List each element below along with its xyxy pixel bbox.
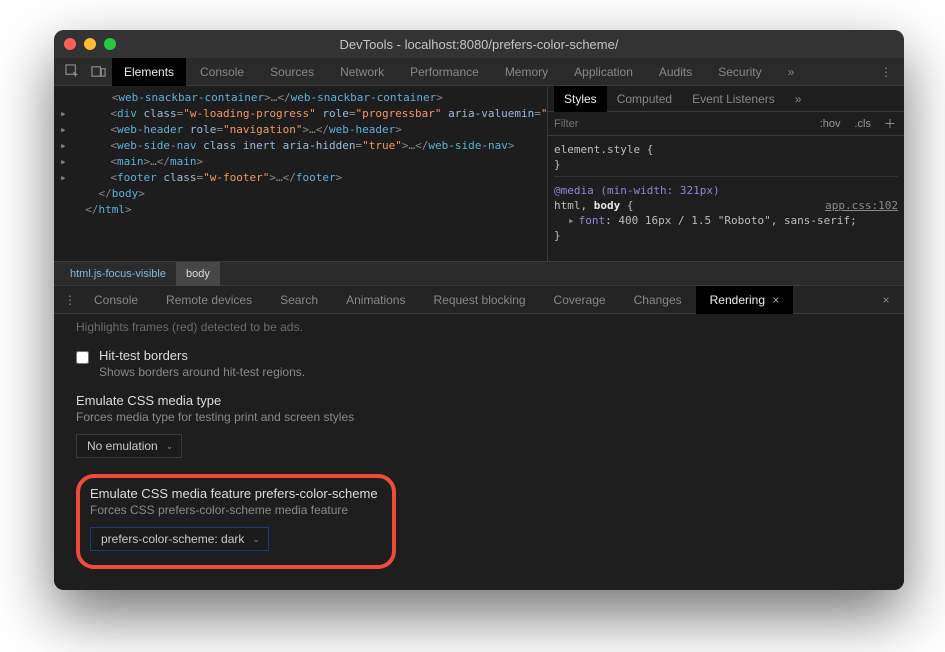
- tab-application[interactable]: Application: [562, 58, 645, 86]
- dom-tree[interactable]: <web-snackbar-container>…</web-snackbar-…: [54, 86, 547, 261]
- pcs-title: Emulate CSS media feature prefers-color-…: [90, 486, 382, 501]
- pcs-sub: Forces CSS prefers-color-scheme media fe…: [90, 503, 382, 517]
- media-type-section: Emulate CSS media type Forces media type…: [76, 393, 882, 458]
- drawer-tab-search[interactable]: Search: [266, 286, 332, 314]
- prefers-color-scheme-section: Emulate CSS media feature prefers-color-…: [76, 472, 882, 575]
- chevron-down-icon: ⌄: [252, 534, 260, 545]
- drawer-tab-changes[interactable]: Changes: [620, 286, 696, 314]
- styles-tabs: Styles Computed Event Listeners »: [548, 86, 904, 112]
- styles-tab-eventlisteners[interactable]: Event Listeners: [682, 86, 785, 112]
- tab-network[interactable]: Network: [328, 58, 396, 86]
- device-toolbar-icon[interactable]: [86, 61, 110, 83]
- drawer-close-icon[interactable]: ×: [874, 293, 898, 307]
- styles-filter-input[interactable]: [554, 118, 809, 130]
- styles-pane: Styles Computed Event Listeners » :hov .…: [547, 86, 904, 261]
- source-link[interactable]: app.css:102: [825, 198, 898, 213]
- rendering-drawer[interactable]: Highlights frames (red) detected to be a…: [54, 314, 904, 590]
- drawer-menu-icon[interactable]: ⋮: [60, 293, 80, 307]
- drawer-tab-animations[interactable]: Animations: [332, 286, 419, 314]
- hit-test-title: Hit-test borders: [99, 348, 305, 363]
- drawer-tab-rendering[interactable]: Rendering ×: [696, 286, 794, 314]
- tab-memory[interactable]: Memory: [493, 58, 560, 86]
- styles-body[interactable]: element.style { } @media (min-width: 321…: [548, 136, 904, 255]
- styles-filter-row: :hov .cls ＋: [548, 112, 904, 136]
- drawer-tab-requestblocking[interactable]: Request blocking: [419, 286, 539, 314]
- drawer-tab-console[interactable]: Console: [80, 286, 152, 314]
- media-type-title: Emulate CSS media type: [76, 393, 882, 408]
- cls-toggle[interactable]: .cls: [852, 118, 875, 130]
- prefers-reduced-motion-section: Emulate CSS media feature prefers-reduce…: [76, 589, 882, 590]
- tab-audits[interactable]: Audits: [647, 58, 704, 86]
- styles-tab-computed[interactable]: Computed: [607, 86, 682, 112]
- hov-toggle[interactable]: :hov: [817, 118, 844, 130]
- tab-elements[interactable]: Elements: [112, 58, 186, 86]
- main-menu-icon[interactable]: ⋮: [874, 65, 898, 79]
- tab-overflow[interactable]: »: [776, 58, 807, 86]
- new-style-rule-icon[interactable]: ＋: [882, 115, 898, 132]
- highlight-annotation: Emulate CSS media feature prefers-color-…: [76, 474, 396, 569]
- tab-security[interactable]: Security: [706, 58, 773, 86]
- close-tab-icon[interactable]: ×: [772, 293, 779, 307]
- main-tabs: Elements Console Sources Network Perform…: [54, 58, 904, 86]
- chevron-down-icon: ⌄: [166, 441, 174, 452]
- styles-tab-overflow[interactable]: »: [785, 86, 812, 112]
- hit-test-section: Hit-test borders Shows borders around hi…: [76, 348, 882, 379]
- tab-performance[interactable]: Performance: [398, 58, 491, 86]
- styles-tab-styles[interactable]: Styles: [554, 86, 607, 112]
- devtools-window: DevTools - localhost:8080/prefers-color-…: [54, 30, 904, 590]
- drawer-tabs: ⋮ Console Remote devices Search Animatio…: [54, 286, 904, 314]
- rule-element-style[interactable]: element.style { }: [554, 140, 898, 177]
- window-title: DevTools - localhost:8080/prefers-color-…: [54, 37, 904, 52]
- pcs-select[interactable]: prefers-color-scheme: dark ⌄: [90, 527, 269, 551]
- crumb-body[interactable]: body: [176, 262, 220, 286]
- media-type-sub: Forces media type for testing print and …: [76, 410, 882, 424]
- elements-panel: <web-snackbar-container>…</web-snackbar-…: [54, 86, 904, 262]
- tab-sources[interactable]: Sources: [258, 58, 326, 86]
- crumb-html[interactable]: html.js-focus-visible: [60, 262, 176, 286]
- rule-html-body[interactable]: @media (min-width: 321px) html, body { a…: [554, 181, 898, 247]
- truncated-line: Highlights frames (red) detected to be a…: [76, 320, 882, 334]
- tab-console[interactable]: Console: [188, 58, 256, 86]
- breadcrumb: html.js-focus-visible body: [54, 262, 904, 286]
- inspect-element-icon[interactable]: [60, 61, 84, 83]
- prm-title: Emulate CSS media feature prefers-reduce…: [76, 589, 882, 590]
- hit-test-sub: Shows borders around hit-test regions.: [99, 365, 305, 379]
- hit-test-checkbox[interactable]: [76, 351, 89, 364]
- drawer-tab-remote[interactable]: Remote devices: [152, 286, 266, 314]
- titlebar: DevTools - localhost:8080/prefers-color-…: [54, 30, 904, 58]
- drawer-tab-coverage[interactable]: Coverage: [540, 286, 620, 314]
- media-type-select[interactable]: No emulation ⌄: [76, 434, 182, 458]
